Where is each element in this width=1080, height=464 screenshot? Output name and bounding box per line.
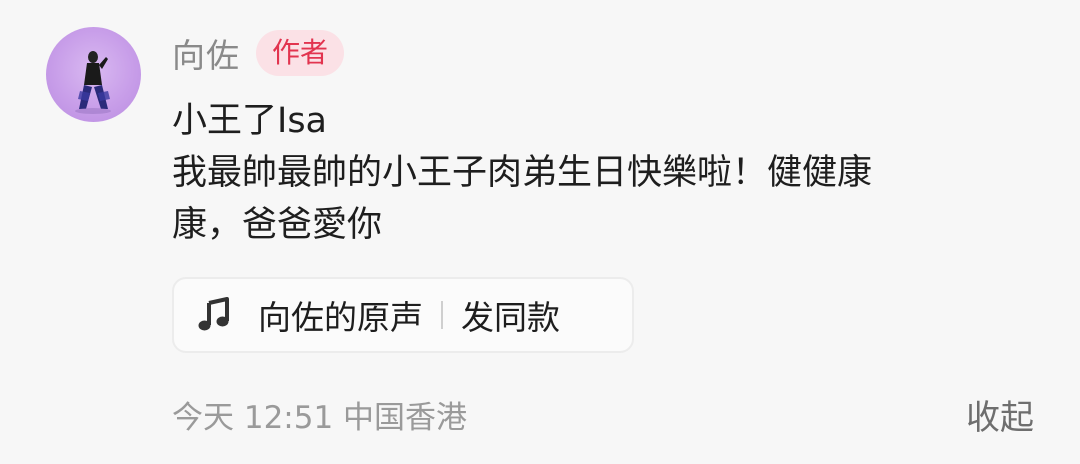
collapse-button[interactable]: 收起	[966, 390, 1034, 439]
avatar-figure-icon	[75, 51, 111, 114]
music-note-icon	[192, 293, 236, 337]
use-sound-button[interactable]: 发同款	[461, 291, 560, 339]
comment-line: 康，爸爸愛你	[172, 205, 383, 245]
author-badge: 作者	[256, 30, 345, 76]
comment-item: 向佐 作者 小王了Isa 我最帥最帥的小王子肉弟生日快樂啦！健健康 康，爸爸愛你…	[0, 0, 1080, 464]
comment-header: 向佐 作者	[172, 28, 345, 78]
author-name[interactable]: 向佐	[172, 29, 240, 77]
comment-line: 小王了Isa	[172, 101, 328, 141]
comment-text: 小王了Isa 我最帥最帥的小王子肉弟生日快樂啦！健健康 康，爸爸愛你	[172, 95, 1032, 251]
comment-meta: 今天 12:51 中国香港	[172, 400, 468, 436]
chip-divider	[441, 301, 443, 329]
original-sound-title[interactable]: 向佐的原声	[258, 291, 423, 339]
avatar[interactable]	[46, 27, 141, 122]
original-sound-chip[interactable]: 向佐的原声 发同款	[172, 277, 634, 353]
comment-line: 我最帥最帥的小王子肉弟生日快樂啦！健健康	[172, 153, 873, 193]
